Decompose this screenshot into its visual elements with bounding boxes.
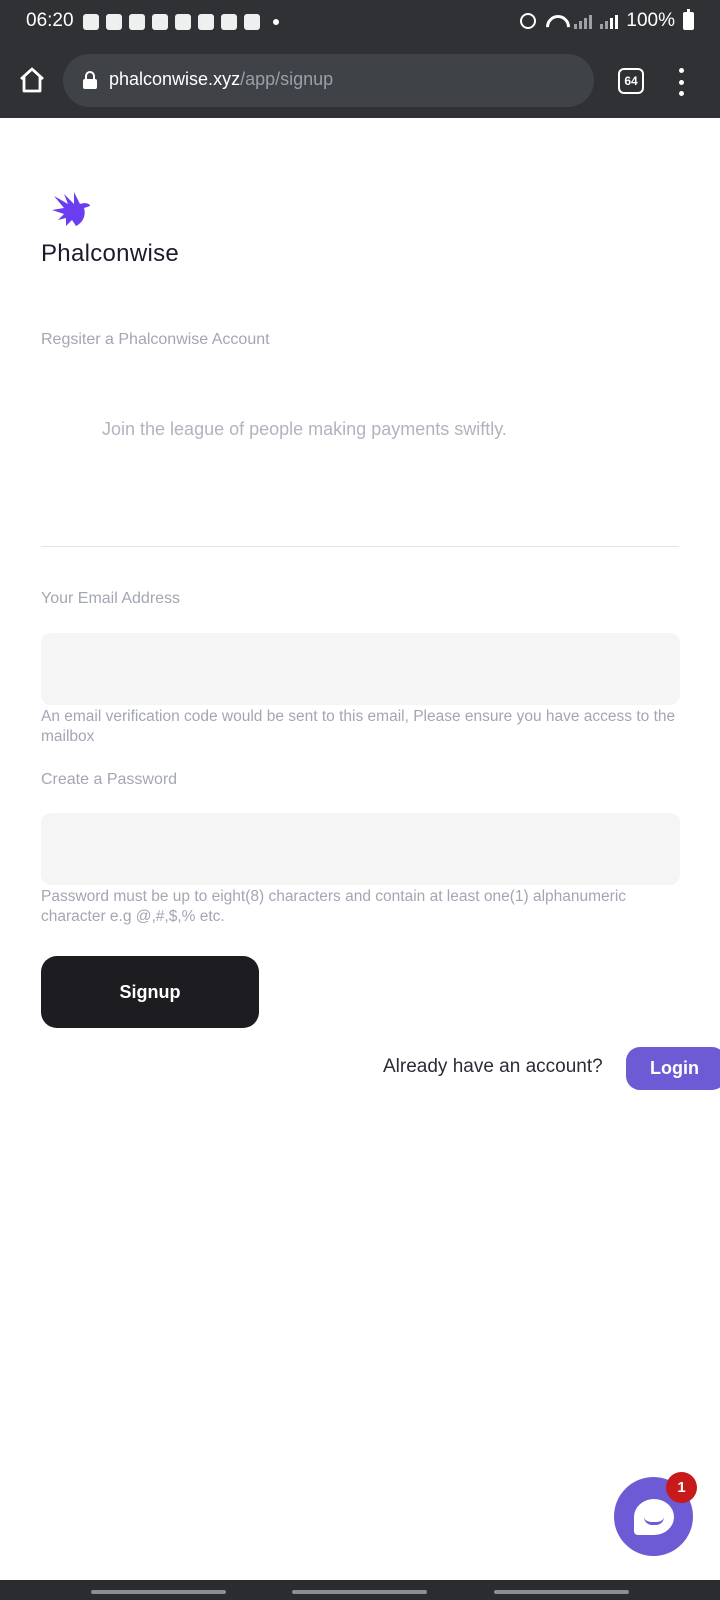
more-menu-icon[interactable]	[676, 68, 686, 96]
battery-icon	[683, 9, 694, 30]
system-navigation-bar	[0, 1580, 720, 1600]
hand-icon	[129, 14, 145, 30]
address-bar[interactable]: phalconwise.xyz/app/signup	[63, 54, 594, 107]
login-button[interactable]: Login	[626, 1047, 720, 1090]
back-nav-button[interactable]	[494, 1590, 629, 1594]
signal-icon	[574, 13, 593, 29]
password-label: Create a Password	[41, 771, 178, 788]
page-subtitle: Regsiter a Phalconwise Account	[41, 331, 270, 348]
target-icon	[244, 14, 260, 30]
signal-icon	[600, 13, 619, 29]
email-field[interactable]	[41, 633, 680, 705]
browser-toolbar: phalconwise.xyz/app/signup 64	[0, 44, 720, 118]
chat-icon	[634, 1499, 674, 1535]
email-label: Your Email Address	[41, 590, 181, 607]
phalconwise-logo-icon	[52, 192, 90, 226]
target-icon	[221, 14, 237, 30]
home-nav-button[interactable]	[292, 1590, 427, 1594]
url-host: phalconwise.xyz	[109, 69, 241, 89]
tiktok-icon	[152, 14, 168, 30]
more-notifications-dot	[273, 19, 279, 25]
notification-icons	[83, 12, 279, 32]
tab-switcher-button[interactable]: 64	[618, 68, 644, 94]
password-hint: Password must be up to eight(8) characte…	[41, 888, 627, 925]
chat-unread-badge: 1	[666, 1472, 697, 1503]
already-have-account-text: Already have an account?	[383, 1056, 603, 1077]
alarm-icon	[520, 13, 537, 29]
url-path: /app/signup	[240, 69, 334, 89]
divider	[41, 546, 679, 547]
status-bar: 06:20 100%	[0, 0, 720, 44]
email-hint: An email verification code would be sent…	[41, 708, 676, 745]
tagline: Join the league of people making payment…	[102, 419, 507, 439]
lock-icon	[83, 71, 97, 89]
status-right: 100%	[520, 9, 694, 32]
signup-button[interactable]: Signup	[41, 956, 259, 1028]
password-field[interactable]	[41, 813, 680, 885]
stocks-icon	[198, 14, 214, 30]
chat-icon	[106, 14, 122, 30]
snapchat-icon	[83, 14, 99, 30]
brand-name: Phalconwise	[41, 240, 180, 267]
recents-nav-button[interactable]	[91, 1590, 226, 1594]
wifi-icon	[544, 13, 566, 29]
battery-percent: 100%	[626, 10, 675, 31]
url-text[interactable]: phalconwise.xyz/app/signup	[109, 69, 333, 90]
status-time: 06:20	[26, 10, 74, 31]
home-icon[interactable]	[18, 66, 46, 94]
tiktok-icon	[175, 14, 191, 30]
